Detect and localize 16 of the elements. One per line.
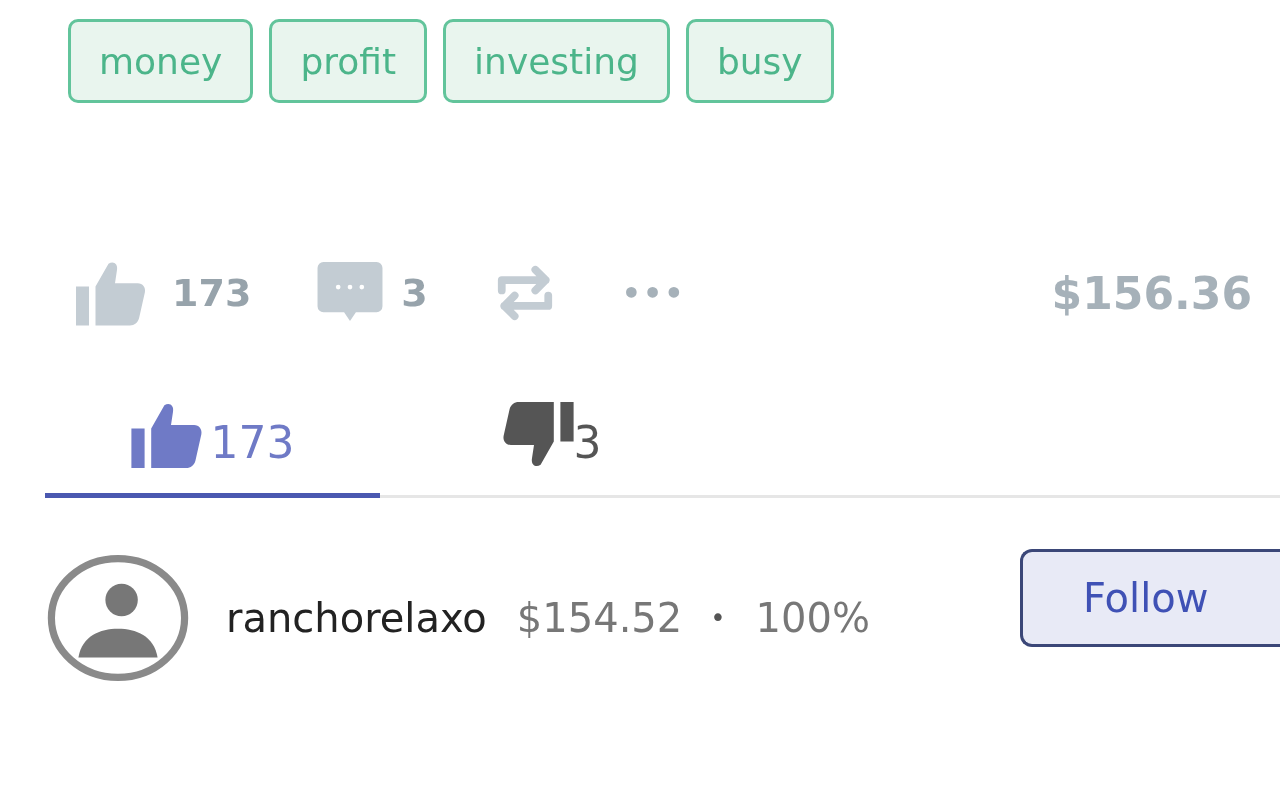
post-value: $156.36 xyxy=(1051,267,1252,319)
like-button[interactable]: 173 xyxy=(76,260,252,326)
tag[interactable]: money xyxy=(68,19,254,103)
avatar-icon xyxy=(46,553,190,683)
follow-button[interactable]: Follow xyxy=(1020,549,1280,647)
like-tab[interactable]: 173 xyxy=(45,377,380,498)
tag[interactable]: busy xyxy=(685,19,834,103)
vote-percent: 100% xyxy=(755,595,870,641)
more-button[interactable]: ••• xyxy=(621,275,686,311)
dislike-tab[interactable]: 3 xyxy=(380,377,715,498)
comment-button[interactable]: 3 xyxy=(317,262,428,324)
username[interactable]: ranchorelaxo xyxy=(226,595,487,641)
tag[interactable]: investing xyxy=(443,19,670,103)
tag[interactable]: profit xyxy=(269,19,428,103)
separator-dot: • xyxy=(710,603,726,633)
vote-amount: $154.52 xyxy=(516,595,683,641)
